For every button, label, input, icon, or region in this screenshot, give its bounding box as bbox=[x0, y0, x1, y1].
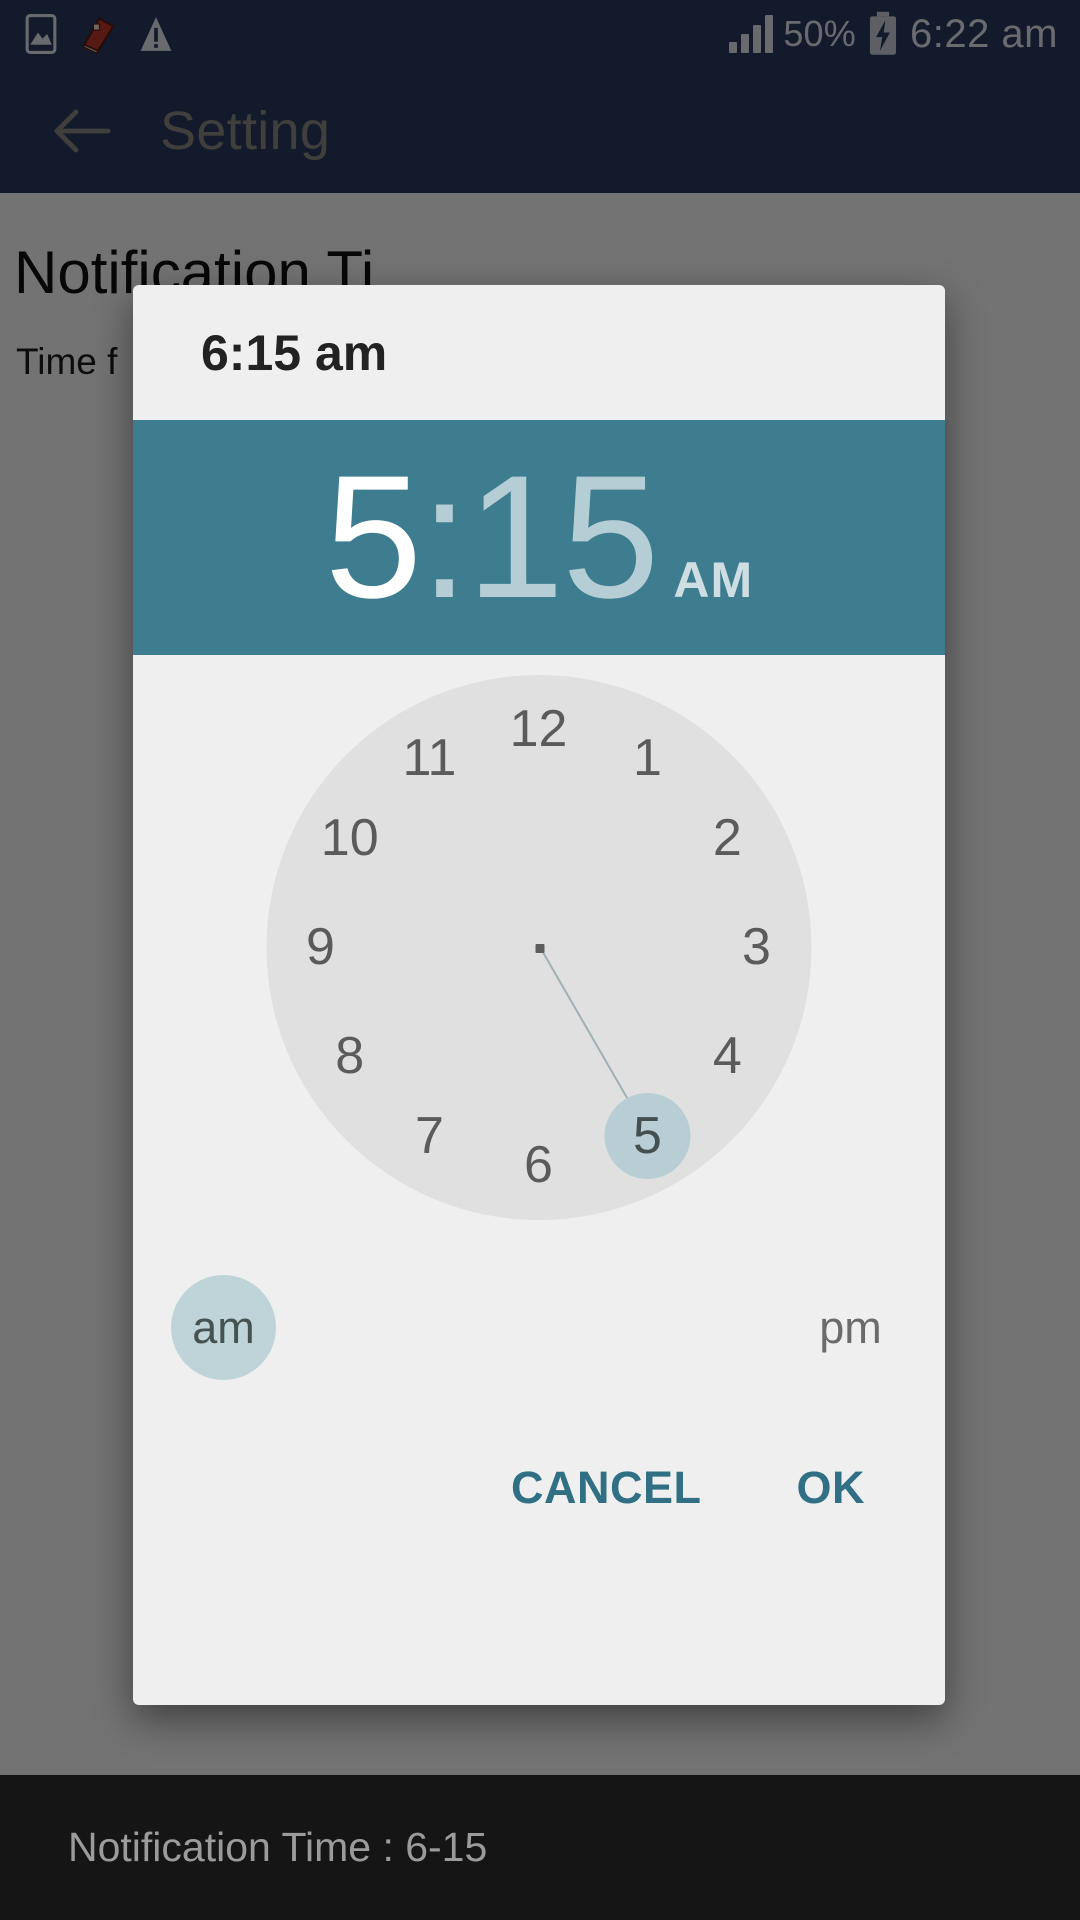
clock-tick-9[interactable]: 9 bbox=[278, 904, 364, 990]
clock-face[interactable]: 12 1 2 3 4 5 6 7 8 9 10 11 bbox=[266, 675, 812, 1220]
clock-tick-12[interactable]: 12 bbox=[496, 686, 582, 772]
ok-button[interactable]: OK bbox=[797, 1462, 866, 1514]
clock-tick-11[interactable]: 11 bbox=[387, 715, 473, 801]
dialog-action-bar: CANCEL OK bbox=[133, 1415, 945, 1560]
big-time-display: 5 : 15 AM bbox=[325, 450, 753, 625]
time-picker-dialog: 6:15 am 5 : 15 AM 12 1 2 3 4 5 6 7 8 9 10 11 am pm bbox=[133, 285, 945, 1705]
snackbar: Notification Time : 6-15 bbox=[0, 1775, 1080, 1920]
time-display-header: 5 : 15 AM bbox=[133, 420, 945, 655]
clock-tick-4[interactable]: 4 bbox=[684, 1013, 770, 1099]
clock-tick-5[interactable]: 5 bbox=[604, 1092, 691, 1179]
clock-tick-10[interactable]: 10 bbox=[307, 795, 393, 881]
ampm-display[interactable]: AM bbox=[673, 555, 753, 605]
time-picker-body: 12 1 2 3 4 5 6 7 8 9 10 11 am pm CANCEL OK bbox=[133, 655, 945, 1560]
pm-button[interactable]: pm bbox=[798, 1275, 903, 1380]
clock-tick-1[interactable]: 1 bbox=[605, 715, 691, 801]
clock-center-dot bbox=[535, 943, 544, 953]
minute-display[interactable]: 15 bbox=[467, 450, 660, 625]
clock-tick-8[interactable]: 8 bbox=[307, 1013, 393, 1099]
dialog-title: 6:15 am bbox=[201, 324, 388, 381]
dialog-title-bar: 6:15 am bbox=[133, 285, 945, 420]
app-screen: 50% 6:22 am Setting bbox=[0, 0, 1080, 1920]
am-button[interactable]: am bbox=[171, 1275, 276, 1380]
clock-tick-3[interactable]: 3 bbox=[714, 904, 800, 990]
snackbar-message: Notification Time : 6-15 bbox=[68, 1824, 488, 1870]
clock-tick-2[interactable]: 2 bbox=[684, 795, 770, 881]
clock-tick-6[interactable]: 6 bbox=[496, 1122, 582, 1208]
hour-display[interactable]: 5 bbox=[325, 450, 422, 625]
time-separator: : bbox=[420, 440, 469, 635]
cancel-button[interactable]: CANCEL bbox=[511, 1462, 702, 1514]
clock-tick-7[interactable]: 7 bbox=[387, 1093, 473, 1179]
ampm-selector: am pm bbox=[133, 1253, 945, 1413]
